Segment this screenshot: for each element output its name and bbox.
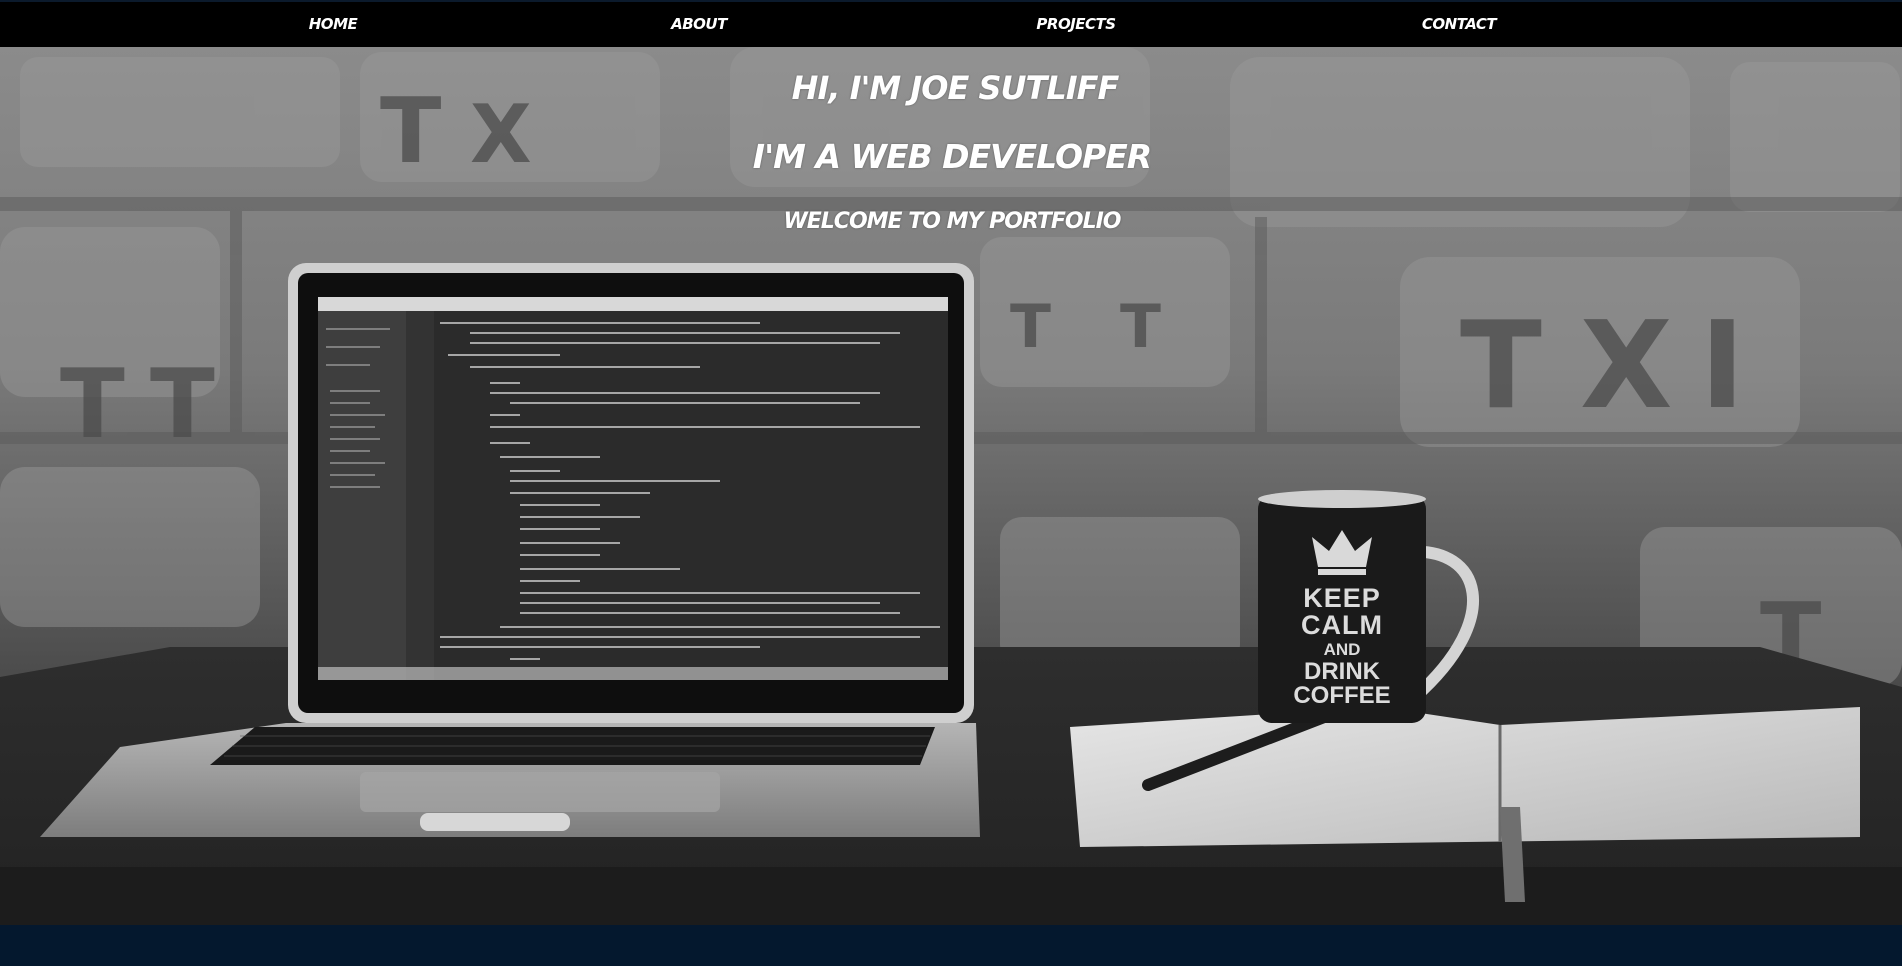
svg-text:T: T — [380, 79, 441, 184]
mug-text-line: DRINK — [1304, 658, 1380, 685]
svg-text:T: T — [1120, 292, 1161, 362]
svg-text:I: I — [1700, 297, 1745, 436]
svg-text:T: T — [1010, 292, 1051, 362]
top-navbar: HOME ABOUT PROJECTS CONTACT — [0, 0, 1902, 47]
mug-text: KEEP CALM AND DRINK COFFEE — [1272, 585, 1412, 708]
nav-link-about[interactable]: ABOUT — [671, 15, 727, 33]
mug-text-line: KEEP — [1303, 583, 1381, 613]
footer-band — [0, 925, 1902, 966]
hero-background-image: T X T T T X I T T T — [0, 47, 1902, 925]
svg-text:T: T — [150, 350, 215, 460]
svg-text:X: X — [470, 88, 532, 181]
svg-text:T: T — [1460, 297, 1542, 436]
svg-text:X: X — [1580, 297, 1673, 436]
hero-section: T X T T T X I T T T KEEP CALM AND DRINK … — [0, 47, 1902, 925]
hero-greeting: HI, I'M JOE SUTLIFF — [791, 69, 1120, 107]
hero-welcome: WELCOME TO MY PORTFOLIO — [783, 209, 1121, 234]
mug-text-line: COFFEE — [1293, 682, 1391, 709]
nav-link-home[interactable]: HOME — [309, 15, 358, 33]
nav-link-contact[interactable]: CONTACT — [1422, 15, 1497, 33]
mug-text-line: CALM — [1301, 610, 1383, 640]
svg-text:T: T — [60, 350, 125, 460]
hero-role: I'M A WEB DEVELOPER — [752, 137, 1152, 176]
nav-link-projects[interactable]: PROJECTS — [1036, 15, 1116, 33]
mug-text-line: AND — [1323, 640, 1361, 659]
